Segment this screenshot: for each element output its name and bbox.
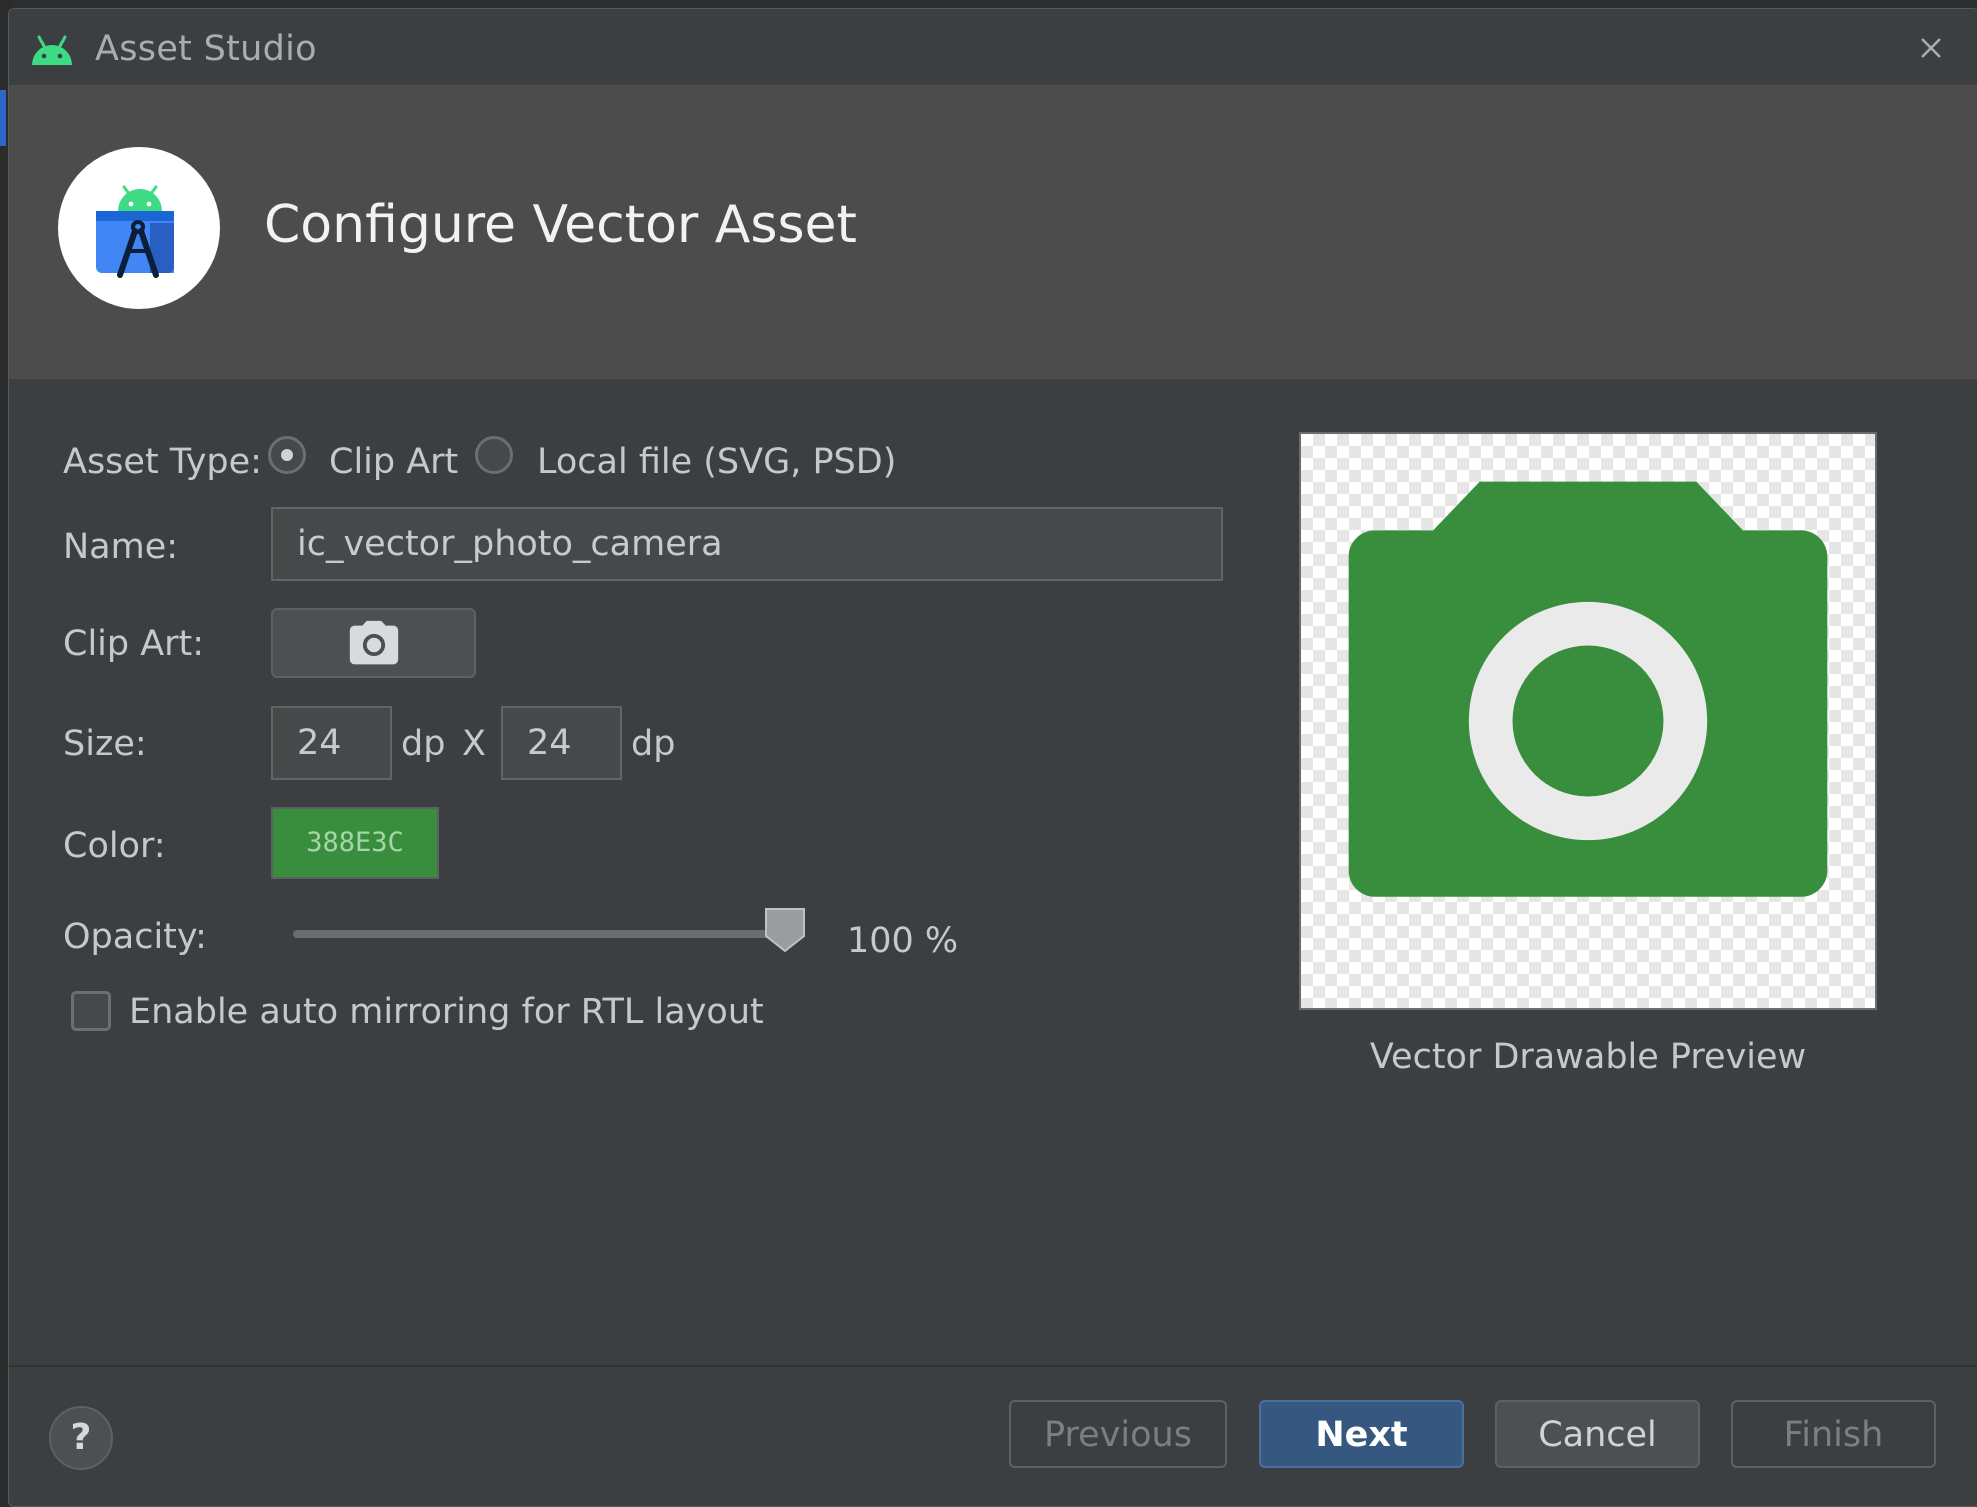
clip-art-label: Clip Art: — [63, 624, 205, 664]
opacity-label: Opacity: — [63, 917, 207, 957]
finish-button[interactable]: Finish — [1731, 1400, 1936, 1468]
radio-selected-dot — [281, 449, 293, 461]
wizard-header: Configure Vector Asset — [9, 85, 1977, 379]
editor-selection-marker — [0, 90, 6, 146]
radio-local-file-label[interactable]: Local file (SVG, PSD) — [537, 442, 896, 482]
camera-icon — [349, 620, 399, 665]
android-icon — [32, 35, 72, 65]
name-input[interactable] — [271, 507, 1223, 581]
next-button[interactable]: Next — [1259, 1400, 1464, 1468]
radio-clip-art-label[interactable]: Clip Art — [329, 442, 458, 482]
asset-type-label: Asset Type: — [63, 442, 262, 482]
help-button[interactable]: ? — [49, 1406, 113, 1470]
size-separator: X — [462, 724, 486, 764]
preview-camera-icon — [1348, 481, 1828, 897]
radio-local-file[interactable] — [475, 436, 513, 474]
page-title: Configure Vector Asset — [264, 195, 857, 255]
size-height-input[interactable] — [501, 706, 622, 780]
size-height-unit: dp — [631, 724, 676, 764]
footer-divider — [9, 1365, 1977, 1367]
close-icon[interactable] — [1914, 31, 1948, 65]
opacity-slider-thumb[interactable] — [763, 906, 807, 954]
color-picker-button[interactable]: 388E3C — [271, 807, 439, 879]
name-label: Name: — [63, 527, 179, 567]
preview-caption: Vector Drawable Preview — [1369, 1037, 1807, 1077]
auto-mirroring-checkbox[interactable] — [71, 991, 111, 1031]
size-width-input[interactable] — [271, 706, 392, 780]
asset-studio-dialog: Asset Studio Configure Vector Asset Asse… — [8, 8, 1977, 1507]
opacity-value: 100 % — [847, 921, 959, 961]
size-width-unit: dp — [401, 724, 446, 764]
color-label: Color: — [63, 826, 166, 866]
radio-clip-art[interactable] — [268, 436, 306, 474]
android-studio-logo-icon — [58, 147, 220, 309]
size-label: Size: — [63, 724, 147, 764]
auto-mirroring-label[interactable]: Enable auto mirroring for RTL layout — [129, 992, 764, 1032]
vector-preview — [1299, 432, 1877, 1010]
window-title: Asset Studio — [95, 29, 317, 69]
previous-button[interactable]: Previous — [1009, 1400, 1227, 1468]
title-bar: Asset Studio — [9, 9, 1977, 85]
clip-art-button[interactable] — [271, 608, 476, 678]
opacity-slider-track[interactable] — [293, 930, 785, 938]
cancel-button[interactable]: Cancel — [1495, 1400, 1700, 1468]
